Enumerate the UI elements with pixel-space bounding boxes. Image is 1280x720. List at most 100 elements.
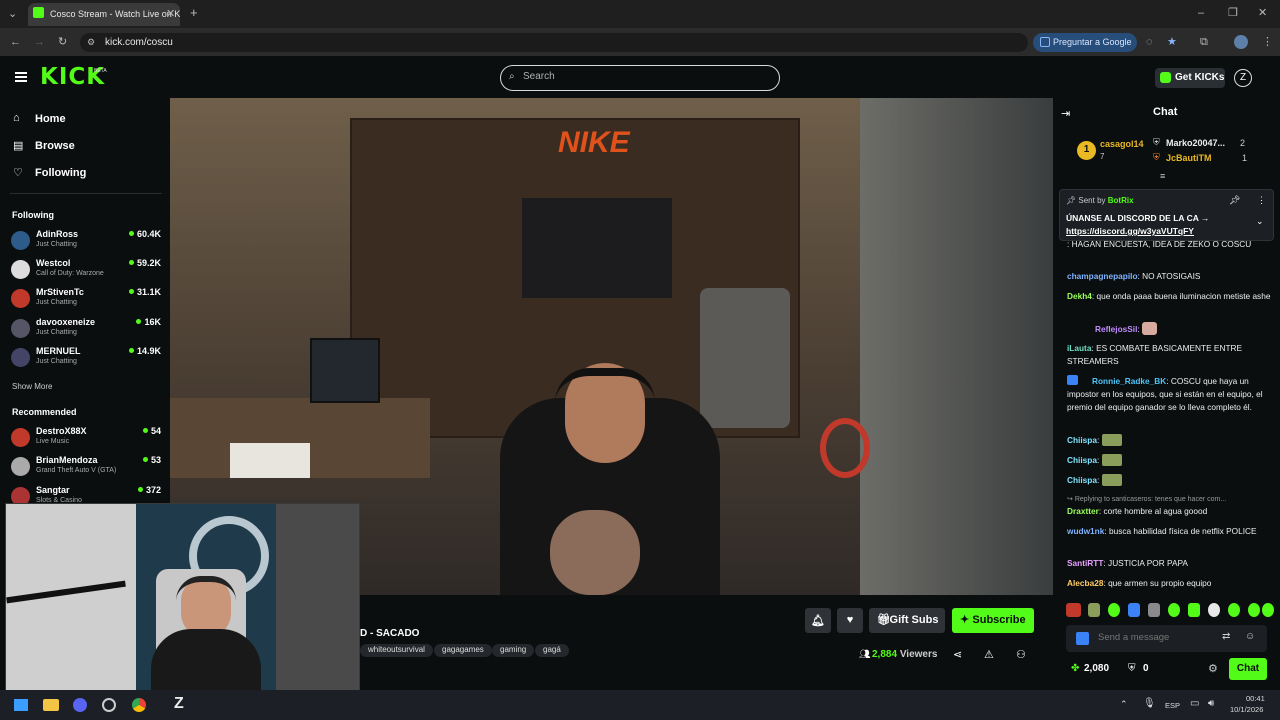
- chat-input-box[interactable]: ⇄ ☺: [1066, 625, 1267, 652]
- pinned-message[interactable]: 📌︎ Sent by BotRix ÚNANSE AL DISCORD DE L…: [1059, 189, 1274, 241]
- leader-name[interactable]: casagol14: [1100, 139, 1144, 149]
- z-app-icon[interactable]: Z: [174, 695, 184, 713]
- forward-icon[interactable]: →: [34, 36, 45, 48]
- window-close-icon[interactable]: ✕: [1258, 7, 1267, 19]
- user-avatar[interactable]: Z: [1234, 69, 1252, 87]
- tag[interactable]: gagagames: [434, 644, 492, 657]
- more-options-icon[interactable]: ⋮: [1257, 195, 1266, 206]
- show-more-link[interactable]: Show More: [12, 382, 52, 391]
- site-info-icon[interactable]: ⚙: [87, 36, 95, 48]
- chat-message[interactable]: : HAGAN ENCUESTA, IDEA DE ZEKO O COSCU: [1067, 238, 1271, 264]
- translate-icon[interactable]: ⇄: [1222, 631, 1230, 642]
- tag[interactable]: gagá: [535, 644, 569, 657]
- chat-username[interactable]: wudw1nk: [1067, 526, 1104, 536]
- chat-username[interactable]: Ronnie_Radke_BK: [1092, 376, 1166, 386]
- chat-message[interactable]: Dekh4: que onda paaa buena iluminacion m…: [1067, 290, 1271, 303]
- bookmark-star-icon[interactable]: ★: [1167, 36, 1177, 48]
- chat-username[interactable]: champagnepapilo: [1067, 271, 1138, 281]
- gift-count[interactable]: 0: [1143, 663, 1149, 674]
- chat-message[interactable]: champagnepapilo: NO ATOSIGAIS: [1067, 270, 1271, 283]
- emote-button[interactable]: [1208, 603, 1220, 617]
- gift-subs-button[interactable]: 🎁︎ Gift Subs: [869, 608, 945, 633]
- network-icon[interactable]: ▭: [1190, 698, 1199, 709]
- close-tab-icon[interactable]: ✕: [166, 8, 175, 20]
- chat-message[interactable]: iLauta: ES COMBATE BASICAMENTE ENTRE STR…: [1067, 342, 1271, 368]
- emote-button[interactable]: [1262, 603, 1274, 617]
- chat-username[interactable]: Chiispa: [1067, 435, 1097, 445]
- file-explorer-icon[interactable]: [43, 699, 59, 711]
- unpin-icon[interactable]: 📌︎: [1229, 195, 1240, 206]
- emote-button[interactable]: [1148, 603, 1160, 617]
- emote-button[interactable]: [1066, 603, 1081, 617]
- chat-username[interactable]: iLauta: [1067, 343, 1091, 353]
- emote-button[interactable]: [1188, 603, 1200, 617]
- url-field[interactable]: kick.com/coscu: [80, 33, 1028, 52]
- chat-message[interactable]: Chiispa:: [1067, 474, 1271, 487]
- language-indicator[interactable]: ESP: [1165, 701, 1180, 710]
- chat-username[interactable]: Chiispa: [1067, 475, 1097, 485]
- back-icon[interactable]: ←: [10, 36, 21, 48]
- hamburger-menu-icon[interactable]: [15, 72, 27, 82]
- emote-button[interactable]: [1108, 603, 1120, 617]
- emote-button[interactable]: [1228, 603, 1240, 617]
- chat-username[interactable]: Draxtter: [1067, 506, 1099, 516]
- user-options-icon[interactable]: ⚇: [1016, 648, 1026, 661]
- notification-bell-icon[interactable]: 🔔︎: [805, 608, 831, 633]
- report-icon[interactable]: ⚠: [984, 648, 994, 661]
- nav-browse[interactable]: Browse: [35, 140, 75, 152]
- expand-leaderboard-icon[interactable]: ≡: [1160, 171, 1165, 181]
- chat-input[interactable]: [1098, 632, 1218, 643]
- browser-tab[interactable]: Cosco Stream - Watch Live on K: [28, 3, 180, 26]
- search-input[interactable]: [523, 71, 763, 82]
- chrome-icon[interactable]: [132, 698, 146, 712]
- channel-item[interactable]: AdinRoss Just Chatting 60.4K: [11, 228, 161, 254]
- chat-message[interactable]: Chiispa:: [1067, 454, 1271, 467]
- emote-button[interactable]: [1128, 603, 1140, 617]
- discord-icon[interactable]: [73, 698, 87, 712]
- share-icon[interactable]: ⋖: [953, 648, 962, 661]
- send-chat-button[interactable]: Chat: [1229, 658, 1267, 680]
- emote-button[interactable]: [1248, 603, 1260, 617]
- clock-time[interactable]: 00:41: [1246, 694, 1265, 703]
- chat-message[interactable]: ReflejosSil:: [1067, 322, 1271, 336]
- channel-item[interactable]: davooxeneize Just Chatting 16K: [11, 316, 161, 342]
- chat-username[interactable]: ReflejosSil: [1095, 324, 1137, 334]
- start-icon[interactable]: [14, 699, 28, 711]
- collapse-chat-icon[interactable]: ⇥: [1061, 107, 1070, 120]
- new-tab-icon[interactable]: +: [190, 6, 198, 19]
- channel-points[interactable]: 2,080: [1084, 663, 1109, 674]
- minimize-icon[interactable]: –: [1198, 7, 1204, 19]
- channel-item[interactable]: BrianMendoza Grand Theft Auto V (GTA) 53: [11, 454, 161, 480]
- chat-username[interactable]: SantiRTT: [1067, 558, 1103, 568]
- pinned-link[interactable]: https://discord.gg/w3yaVUTqFY: [1066, 226, 1194, 236]
- show-hidden-icons[interactable]: ⌃: [1120, 699, 1128, 710]
- profile-avatar[interactable]: [1234, 35, 1248, 49]
- chat-message[interactable]: Ronnie_Radke_BK: COSCU que haya un impos…: [1067, 375, 1271, 414]
- emote-button[interactable]: [1088, 603, 1100, 617]
- extensions-icon[interactable]: ⧉: [1200, 36, 1208, 48]
- chat-username[interactable]: Chiispa: [1067, 455, 1097, 465]
- nav-following[interactable]: Following: [35, 167, 86, 179]
- emote-button[interactable]: [1168, 603, 1180, 617]
- leader-name[interactable]: JcBautiTM: [1166, 153, 1212, 163]
- search-box[interactable]: ⌕: [500, 65, 780, 91]
- tab-list-icon[interactable]: ⌄: [8, 8, 17, 20]
- tag[interactable]: whiteoutsurvival: [360, 644, 433, 657]
- chat-message[interactable]: Draxtter: corte hombre al agua goood: [1067, 505, 1271, 518]
- channel-item[interactable]: Westcol Call of Duty: Warzone 59.2K: [11, 257, 161, 283]
- tag[interactable]: gaming: [492, 644, 535, 657]
- eye-off-icon[interactable]: ◌: [1146, 36, 1153, 48]
- nav-home[interactable]: Home: [35, 113, 66, 125]
- chat-message[interactable]: Alecba28: que armen su propio equipo: [1067, 577, 1271, 590]
- reload-icon[interactable]: ↻: [58, 36, 67, 48]
- maximize-icon[interactable]: ❐: [1228, 7, 1238, 19]
- channel-item[interactable]: MrStivenTc Just Chatting 31.1K: [11, 286, 161, 312]
- leader-name[interactable]: Marko20047...: [1166, 138, 1225, 148]
- chat-message[interactable]: SantiRTT: JUSTICIA POR PAPA: [1067, 557, 1271, 570]
- channel-item[interactable]: MERNUEL Just Chatting 14.9K: [11, 345, 161, 371]
- emoji-icon[interactable]: ☺: [1245, 631, 1255, 642]
- chat-message[interactable]: Chiispa:: [1067, 434, 1271, 447]
- chat-username[interactable]: Dekh4: [1067, 291, 1092, 301]
- browser-menu-icon[interactable]: ⋮: [1262, 36, 1273, 48]
- channel-item[interactable]: DestroX88X Live Music 54: [11, 425, 161, 451]
